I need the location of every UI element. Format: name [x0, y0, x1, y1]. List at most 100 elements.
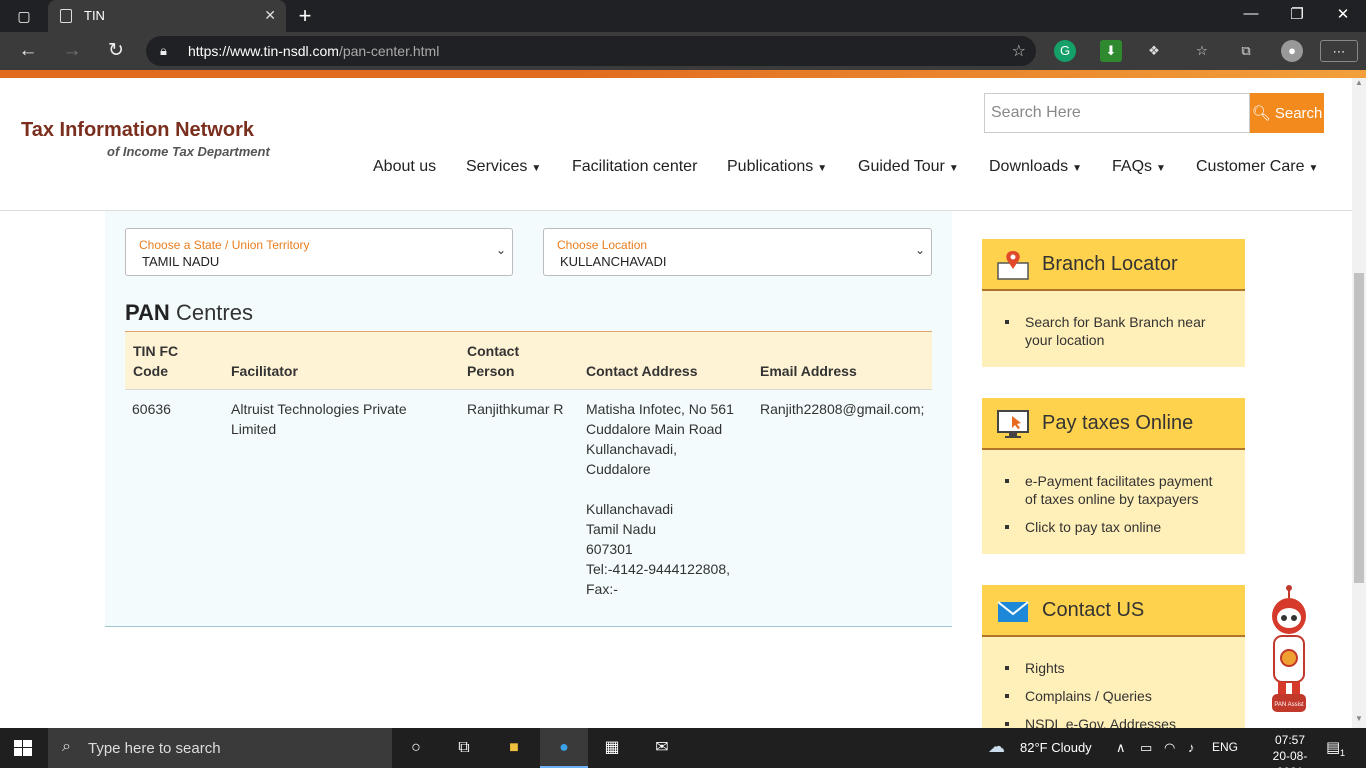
scroll-down-icon[interactable]: ▼	[1352, 714, 1366, 723]
caret-down-icon: ▼	[948, 163, 959, 174]
menu-services[interactable]: Services ▼	[466, 158, 541, 176]
add-favorite-icon[interactable]: ☆	[1012, 41, 1026, 61]
restore-button[interactable]: ❐	[1274, 5, 1320, 23]
header-tin-fc-code: TIN FC Code	[133, 343, 179, 379]
download-extension-icon[interactable]: ⬇	[1100, 40, 1122, 62]
state-select-value: TAMIL NADU	[142, 254, 220, 269]
caret-down-icon: ▼	[817, 163, 828, 174]
new-tab-button[interactable]: +	[292, 3, 318, 29]
site-logo-subtitle: of Income Tax Department	[107, 144, 270, 159]
pan-assist-robot-icon[interactable]: PAN Assist	[1266, 584, 1312, 716]
mail-icon[interactable]: ✉	[650, 736, 674, 760]
profile-avatar[interactable]: ●	[1281, 40, 1303, 62]
windows-taskbar: ⌕ Type here to search ○ ⧉ ■ ● ▦ ✉ ☁ 82°F…	[0, 728, 1366, 779]
location-select[interactable]: Choose Location KULLANCHAVADI ⌄	[543, 228, 932, 276]
rights-link[interactable]: Rights	[1005, 659, 1176, 677]
header-facilitator: Facilitator	[231, 363, 298, 379]
edge-browser-icon[interactable]: ●	[552, 736, 576, 760]
site-logo-title[interactable]: Tax Information Network	[21, 119, 254, 142]
page-content: Tax Information Network of Income Tax De…	[0, 78, 1352, 728]
cortana-icon[interactable]: ○	[404, 736, 428, 760]
collections-icon[interactable]: ⧉	[1235, 40, 1257, 62]
pay-taxes-header[interactable]: Pay taxes Online	[982, 398, 1245, 450]
store-icon[interactable]: ▦	[600, 736, 624, 760]
task-view-icon[interactable]: ⧉	[452, 736, 476, 760]
pay-taxes-widget: Pay taxes Online e-Payment facilitates p…	[982, 398, 1245, 554]
state-select[interactable]: Choose a State / Union Territory TAMIL N…	[125, 228, 513, 276]
volume-icon[interactable]: ♪	[1188, 740, 1195, 755]
cell-contact-person: Ranjithkumar R	[467, 401, 564, 417]
weather-cloud-icon[interactable]: ☁	[988, 737, 1005, 757]
branch-locator-link[interactable]: Search for Bank Branch near your locatio…	[1005, 313, 1206, 349]
branch-locator-header[interactable]: Branch Locator	[982, 239, 1245, 291]
show-hidden-icons-icon[interactable]: ∧	[1116, 740, 1126, 756]
tab-actions-icon[interactable]: ▢	[8, 5, 40, 27]
file-explorer-icon[interactable]: ■	[502, 736, 526, 760]
envelope-icon	[997, 601, 1029, 622]
section-title: PAN Centres	[125, 300, 253, 325]
refresh-button[interactable]: ↻	[102, 39, 130, 63]
language-indicator[interactable]: ENG	[1212, 740, 1238, 754]
cell-email[interactable]: Ranjith22808@gmail.com;	[760, 399, 924, 419]
clock-time: 07:57	[1274, 733, 1306, 747]
browser-tab[interactable]: TIN ✕	[48, 0, 286, 32]
menu-about-us[interactable]: About us	[373, 158, 436, 176]
weather-text[interactable]: 82°F Cloudy	[1020, 740, 1092, 755]
menu-publications[interactable]: Publications ▼	[727, 158, 827, 176]
battery-icon[interactable]: ▭	[1140, 740, 1152, 756]
branch-locator-title: Branch Locator	[1042, 253, 1178, 275]
close-window-button[interactable]: ✕	[1320, 5, 1366, 23]
cell-code: 60636	[132, 401, 171, 417]
e-payment-link[interactable]: e-Payment facilitates payment of taxes o…	[1005, 472, 1213, 508]
favorites-icon[interactable]: ☆	[1191, 40, 1213, 62]
pay-taxes-list: e-Payment facilitates payment of taxes o…	[1005, 472, 1213, 536]
menu-faqs[interactable]: FAQs ▼	[1112, 158, 1166, 176]
map-pin-icon	[997, 251, 1029, 280]
caret-down-icon: ▼	[1072, 163, 1083, 174]
menu-downloads[interactable]: Downloads ▼	[989, 158, 1082, 176]
taskbar-clock[interactable]: 07:57 20-08-2021	[1262, 732, 1318, 780]
menu-facilitation-center[interactable]: Facilitation center	[572, 158, 697, 176]
site-search-button[interactable]: 🔍︎ Search	[1250, 93, 1324, 133]
url-input[interactable]: 🔒︎ https://www.tin-nsdl.com/pan-center.h…	[146, 36, 1036, 66]
browser-address-bar: ← → ↻ 🔒︎ https://www.tin-nsdl.com/pan-ce…	[0, 32, 1366, 70]
notifications-icon[interactable]: ▤	[1326, 738, 1340, 756]
caret-down-icon: ▼	[1156, 163, 1166, 174]
forward-button[interactable]: →	[58, 39, 86, 63]
svg-text:PAN Assist: PAN Assist	[1274, 702, 1304, 708]
settings-menu-icon[interactable]: ⋯	[1320, 40, 1358, 62]
nsdl-addresses-link[interactable]: NSDL e-Gov. Addresses	[1005, 715, 1176, 728]
complains-queries-link[interactable]: Complains / Queries	[1005, 687, 1176, 705]
pay-tax-online-link[interactable]: Click to pay tax online	[1005, 518, 1213, 536]
close-tab-icon[interactable]: ✕	[264, 7, 276, 24]
wifi-icon[interactable]: ◠	[1164, 740, 1175, 756]
caret-down-icon: ▼	[531, 163, 542, 174]
url-text: https://www.tin-nsdl.com/pan-center.html	[188, 43, 440, 59]
tab-title: TIN	[84, 8, 105, 23]
back-button[interactable]: ←	[14, 39, 42, 63]
lock-icon: 🔒︎	[160, 43, 167, 58]
pay-taxes-title: Pay taxes Online	[1042, 412, 1194, 434]
clock-date: 20-08-2021	[1272, 749, 1308, 779]
header-contact-address: Contact Address	[586, 363, 698, 379]
branch-locator-list: Search for Bank Branch near your locatio…	[1005, 313, 1206, 349]
page-favicon-icon	[60, 9, 72, 23]
menu-customer-care[interactable]: Customer Care ▼	[1196, 158, 1318, 176]
header-email-address: Email Address	[760, 363, 857, 379]
extensions-icon[interactable]: ❖	[1143, 40, 1165, 62]
notification-count: 1	[1340, 748, 1346, 758]
contact-us-header[interactable]: Contact US	[982, 585, 1245, 637]
grammarly-extension-icon[interactable]: G	[1054, 40, 1076, 62]
page-scrollbar[interactable]: ▲ ▼	[1352, 78, 1366, 728]
minimize-button[interactable]: —	[1228, 5, 1274, 22]
cell-contact-address: Matisha Infotec, No 561 Cuddalore Main R…	[586, 401, 734, 597]
scrollbar-thumb[interactable]	[1354, 273, 1364, 583]
site-search-input[interactable]	[984, 93, 1250, 133]
menu-guided-tour[interactable]: Guided Tour ▼	[858, 158, 959, 176]
taskbar-search-box[interactable]: ⌕ Type here to search	[48, 728, 392, 768]
taskbar-search-text: Type here to search	[88, 740, 221, 757]
contact-us-list: Rights Complains / Queries NSDL e-Gov. A…	[1005, 659, 1176, 728]
scroll-up-icon[interactable]: ▲	[1352, 78, 1366, 87]
windows-start-icon[interactable]	[14, 740, 32, 756]
caret-down-icon: ▼	[1308, 163, 1319, 174]
